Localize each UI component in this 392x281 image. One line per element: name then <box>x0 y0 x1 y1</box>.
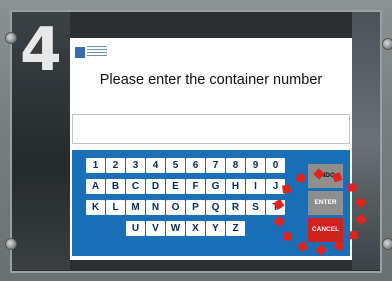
prompt-text: Please enter the container number <box>99 72 323 88</box>
key-d[interactable]: D <box>146 179 165 194</box>
key-r[interactable]: R <box>226 200 245 215</box>
key-e[interactable]: E <box>166 179 185 194</box>
key-5[interactable]: 5 <box>166 158 185 173</box>
key-f[interactable]: F <box>186 179 205 194</box>
screw-icon <box>5 32 17 44</box>
key-o[interactable]: O <box>166 200 185 215</box>
key-i[interactable]: I <box>246 179 265 194</box>
key-p[interactable]: P <box>186 200 205 215</box>
key-9[interactable]: 9 <box>246 158 265 173</box>
undo-button[interactable]: UNDO <box>308 164 343 188</box>
key-s[interactable]: S <box>246 200 265 215</box>
key-a[interactable]: A <box>86 179 105 194</box>
screw-icon <box>382 38 392 50</box>
key-t[interactable]: T <box>266 200 285 215</box>
key-8[interactable]: 8 <box>226 158 245 173</box>
key-7[interactable]: 7 <box>206 158 225 173</box>
on-screen-keypad: 1234567890 ABCDEFGHIJ KLMNOPQRST UVWXYZ UND… <box>72 150 350 256</box>
key-h[interactable]: H <box>226 179 245 194</box>
key-0[interactable]: 0 <box>266 158 285 173</box>
key-g[interactable]: G <box>206 179 225 194</box>
key-q[interactable]: Q <box>206 200 225 215</box>
key-k[interactable]: K <box>86 200 105 215</box>
key-m[interactable]: M <box>126 200 145 215</box>
key-4[interactable]: 4 <box>146 158 165 173</box>
key-1[interactable]: 1 <box>86 158 105 173</box>
key-2[interactable]: 2 <box>106 158 125 173</box>
key-n[interactable]: N <box>146 200 165 215</box>
key-w[interactable]: W <box>166 221 185 236</box>
cancel-button[interactable]: CANCEL <box>308 218 343 242</box>
background-right <box>352 12 380 270</box>
key-j[interactable]: J <box>266 179 285 194</box>
screw-icon <box>5 238 17 250</box>
key-l[interactable]: L <box>106 200 125 215</box>
container-number-input[interactable] <box>72 114 350 144</box>
key-y[interactable]: Y <box>206 221 225 236</box>
company-logo <box>75 44 107 58</box>
enter-button[interactable]: ENTER <box>308 191 343 215</box>
key-z[interactable]: Z <box>226 221 245 236</box>
key-6[interactable]: 6 <box>186 158 205 173</box>
key-3[interactable]: 3 <box>126 158 145 173</box>
touch-screen: Please enter the container number 123456… <box>70 38 352 260</box>
key-v[interactable]: V <box>146 221 165 236</box>
key-u[interactable]: U <box>126 221 145 236</box>
step-number: 4 <box>20 15 62 85</box>
key-b[interactable]: B <box>106 179 125 194</box>
key-c[interactable]: C <box>126 179 145 194</box>
key-x[interactable]: X <box>186 221 205 236</box>
screw-icon <box>382 238 392 250</box>
